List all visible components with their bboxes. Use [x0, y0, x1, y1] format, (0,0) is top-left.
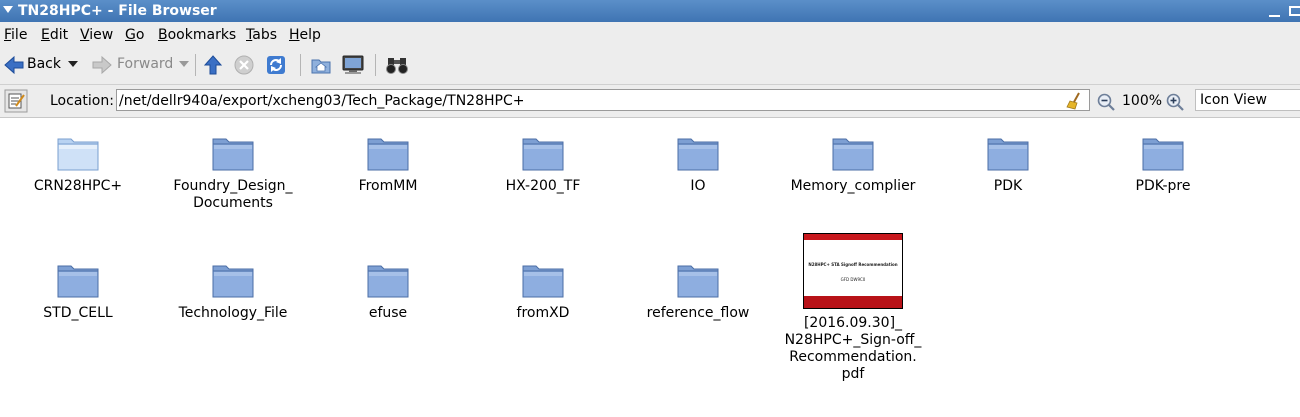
- maximize-button[interactable]: [1289, 6, 1300, 16]
- edit-location-icon[interactable]: [4, 89, 28, 113]
- folder-item[interactable]: PDK: [933, 118, 1083, 238]
- folder-item[interactable]: Foundry_Design_ Documents: [158, 118, 308, 238]
- folder-icon: [212, 138, 254, 171]
- binoculars-icon[interactable]: [385, 53, 409, 77]
- folder-label: fromXD: [516, 305, 570, 321]
- menu-view[interactable]: View: [80, 26, 113, 44]
- file-item-pdf[interactable]: N28HPC+ STA Signoff Recommendation GFD D…: [778, 233, 928, 382]
- back-label: Back: [27, 56, 61, 72]
- window-title: TN28HPC+ - File Browser: [18, 3, 217, 19]
- folder-label: efuse: [368, 305, 408, 321]
- back-dropdown-icon[interactable]: [68, 61, 78, 67]
- folder-item[interactable]: STD_CELL: [3, 245, 153, 365]
- file-icon-view[interactable]: CRN28HPC+ Foundry_Design_ Documents FromM…: [0, 118, 1300, 417]
- menu-bar: File Edit View Go Bookmarks Tabs Help: [0, 22, 1300, 46]
- title-bar: TN28HPC+ - File Browser: [0, 0, 1300, 22]
- folder-icon: [987, 138, 1029, 171]
- folder-item[interactable]: IO: [623, 118, 773, 238]
- menu-bookmarks[interactable]: Bookmarks: [158, 26, 236, 44]
- zoom-in-icon[interactable]: [1166, 93, 1184, 111]
- window-menu-icon[interactable]: [3, 6, 13, 13]
- zoom-level: 100%: [1122, 93, 1163, 109]
- view-mode-select[interactable]: Icon View: [1195, 89, 1300, 111]
- toolbar-separator: [300, 54, 301, 76]
- file-label: [2016.09.30]_ N28HPC+_Sign-off_ Recommenda…: [784, 315, 922, 382]
- minimize-button[interactable]: [1269, 15, 1280, 17]
- folder-item[interactable]: HX-200_TF: [468, 118, 618, 238]
- folder-icon: [57, 265, 99, 298]
- folder-item[interactable]: Memory_complier: [778, 118, 928, 238]
- menu-edit[interactable]: Edit: [41, 26, 68, 44]
- folder-icon: [677, 265, 719, 298]
- menu-file[interactable]: File: [4, 26, 27, 44]
- location-input[interactable]: [116, 89, 1090, 111]
- reload-icon[interactable]: [265, 53, 287, 77]
- thumb-subtitle: GFD DW9C0: [840, 277, 866, 282]
- folder-item[interactable]: reference_flow: [623, 245, 773, 365]
- folder-label: Technology_File: [178, 305, 288, 321]
- menu-tabs[interactable]: Tabs: [246, 26, 277, 44]
- stop-icon[interactable]: [233, 53, 255, 77]
- folder-item[interactable]: PDK-pre: [1088, 118, 1238, 238]
- folder-label: STD_CELL: [43, 305, 113, 321]
- clear-location-icon[interactable]: [1066, 92, 1084, 110]
- up-arrow-icon[interactable]: [203, 53, 223, 77]
- folder-item[interactable]: FromMM: [313, 118, 463, 238]
- folder-icon: [57, 138, 99, 171]
- folder-icon: [1142, 138, 1184, 171]
- folder-icon: [832, 138, 874, 171]
- folder-icon: [212, 265, 254, 298]
- toolbar: Back Forward: [0, 46, 1300, 85]
- folder-label: Memory_complier: [790, 178, 916, 194]
- forward-arrow-icon: [92, 55, 112, 75]
- menu-help[interactable]: Help: [289, 26, 321, 44]
- folder-label: reference_flow: [646, 305, 750, 321]
- folder-item[interactable]: Technology_File: [158, 245, 308, 365]
- forward-label: Forward: [117, 56, 174, 72]
- folder-label: FromMM: [358, 178, 418, 194]
- menu-go[interactable]: Go: [125, 26, 144, 44]
- folder-icon: [677, 138, 719, 171]
- folder-label: PDK-pre: [1135, 178, 1191, 194]
- back-arrow-icon: [4, 55, 24, 75]
- location-label: Location:: [50, 93, 114, 109]
- folder-icon: [367, 265, 409, 298]
- folder-icon: [367, 138, 409, 171]
- folder-label: PDK: [993, 178, 1023, 194]
- thumb-title: N28HPC+ STA Signoff Recommendation: [808, 262, 898, 267]
- folder-item[interactable]: CRN28HPC+: [3, 118, 153, 238]
- toolbar-separator: [375, 54, 376, 76]
- pdf-thumbnail-icon: N28HPC+ STA Signoff Recommendation GFD D…: [803, 233, 903, 309]
- folder-item[interactable]: efuse: [313, 245, 463, 365]
- zoom-out-icon[interactable]: [1097, 93, 1115, 111]
- folder-icon: [522, 265, 564, 298]
- folder-label: CRN28HPC+: [33, 178, 123, 194]
- computer-icon[interactable]: [341, 53, 365, 77]
- home-folder-icon[interactable]: [310, 53, 332, 77]
- folder-label: HX-200_TF: [505, 178, 581, 194]
- folder-item[interactable]: fromXD: [468, 245, 618, 365]
- folder-label: IO: [690, 178, 706, 194]
- forward-dropdown-icon[interactable]: [179, 61, 189, 67]
- folder-label: Foundry_Design_ Documents: [173, 178, 293, 211]
- toolbar-separator: [195, 54, 196, 76]
- folder-icon: [522, 138, 564, 171]
- location-bar: Location: 100% Icon View: [0, 85, 1300, 118]
